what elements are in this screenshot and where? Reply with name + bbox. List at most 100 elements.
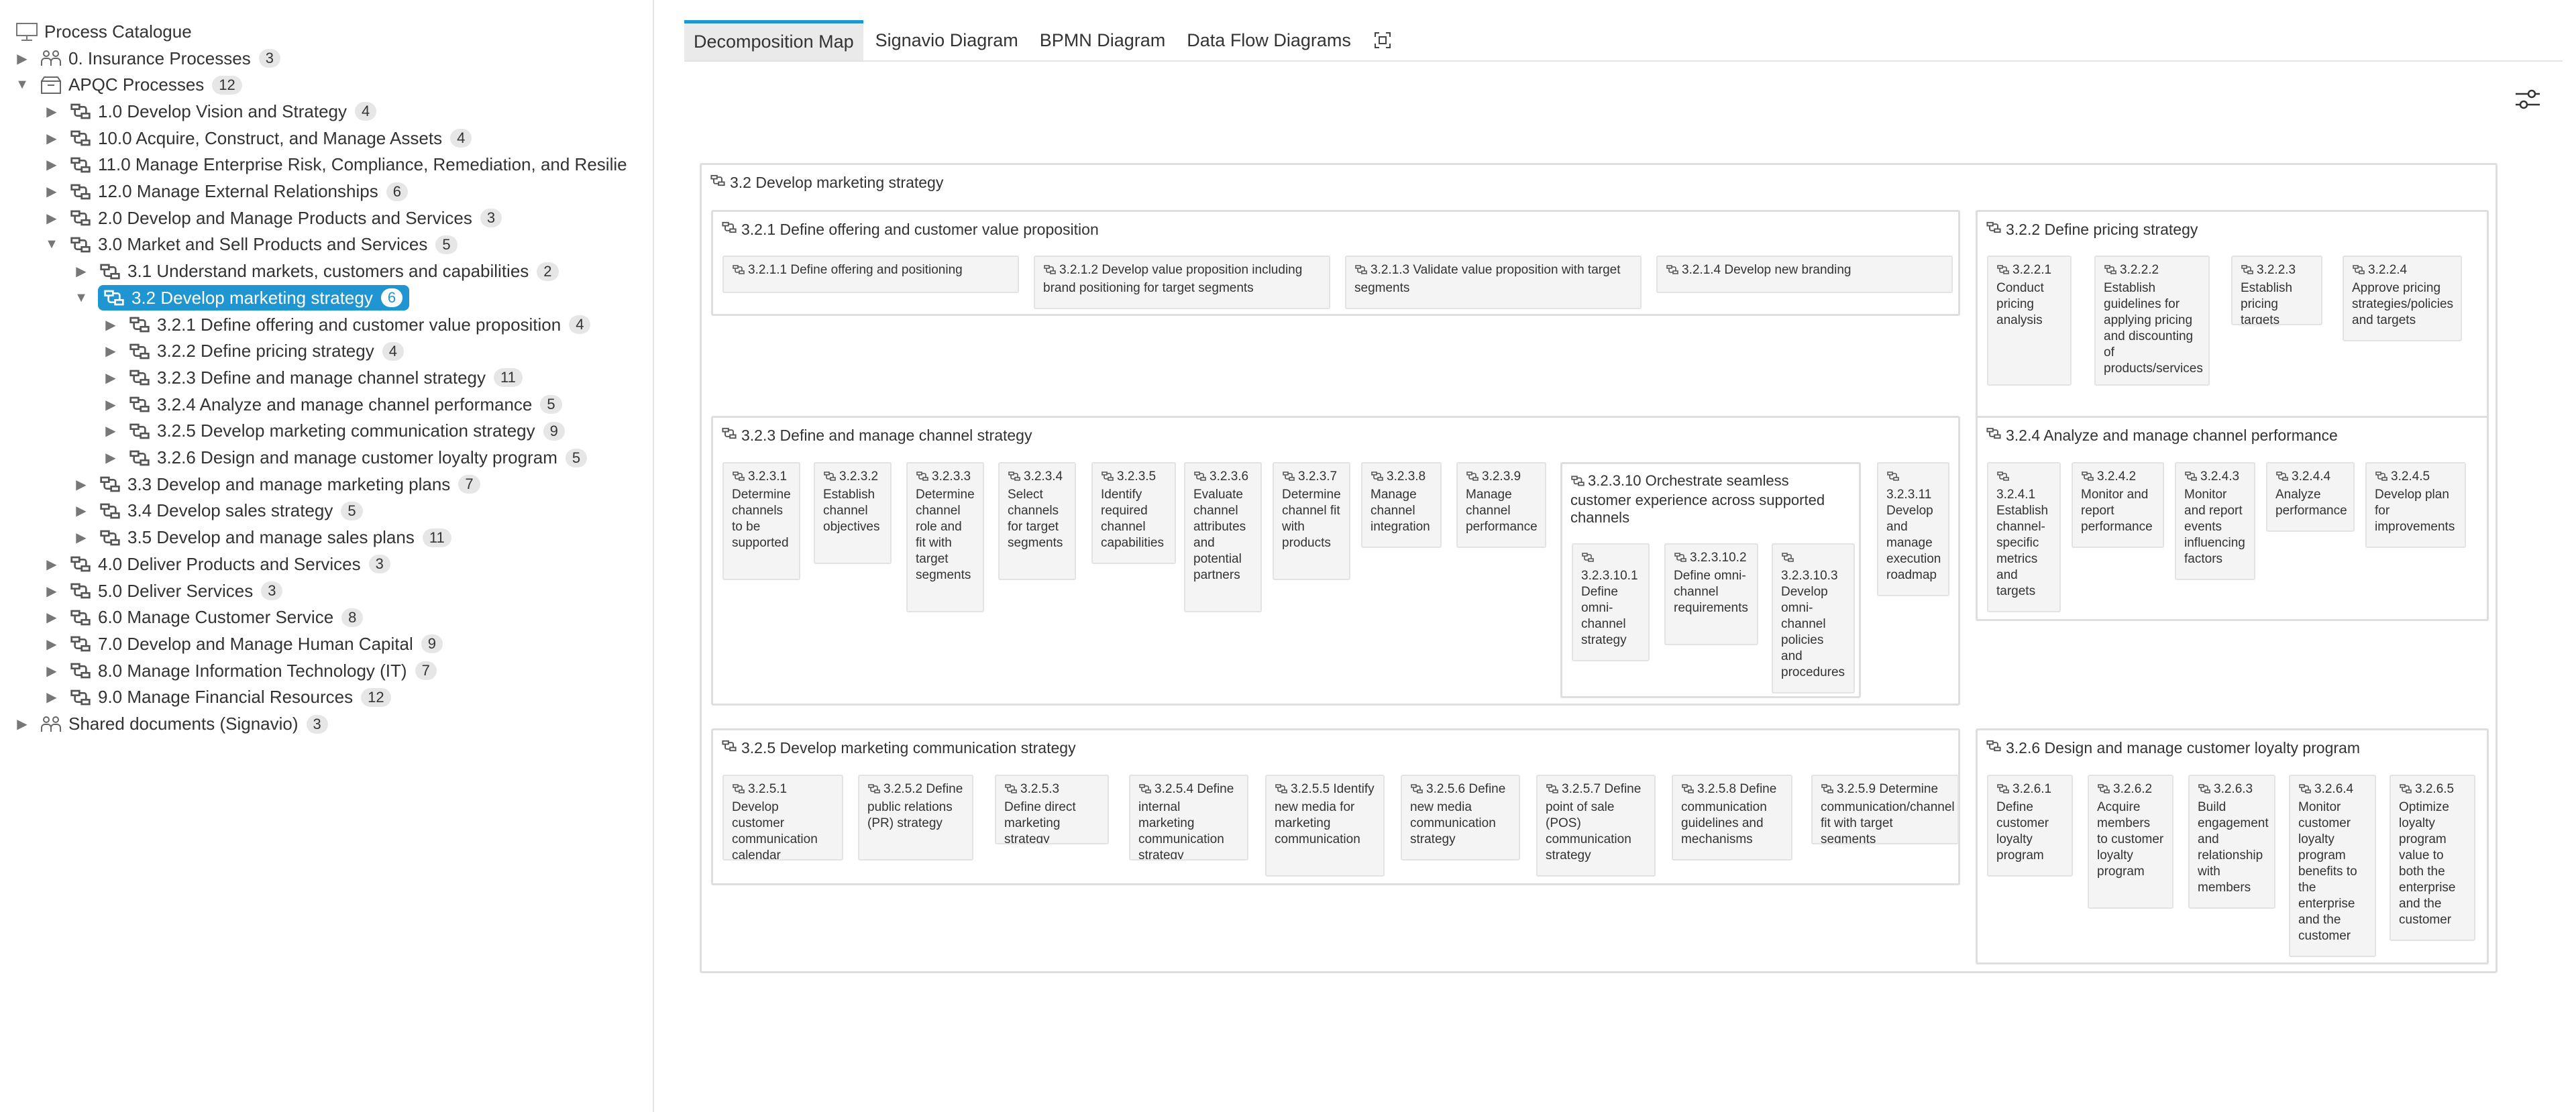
tree-item-content[interactable]: 3.4 Develop sales strategy 5	[98, 500, 363, 522]
tree-item[interactable]: ▶ 3.4 Develop sales strategy 5	[74, 498, 363, 524]
tab-signavio-diagram[interactable]: Signavio Diagram	[866, 20, 1028, 60]
tree-item[interactable]: ▼ 3.2 Develop marketing strategy 6	[74, 285, 410, 311]
expand-triangle-closed-icon[interactable]: ▶	[44, 635, 59, 653]
group-3-2-6[interactable]: 3.2.6 Design and manage customer loyalty…	[1976, 728, 2489, 964]
tree-item-content[interactable]: 3.2 Develop marketing strategy 6	[98, 285, 410, 311]
tree-item-content[interactable]: 8.0 Manage Information Technology (IT) 7	[68, 660, 437, 681]
tree-item[interactable]: ▼ APQC Processes 12	[15, 72, 242, 98]
tree-item-content[interactable]: 2.0 Develop and Manage Products and Serv…	[68, 207, 502, 229]
tree-item[interactable]: ▶ 3.2.3 Define and manage channel strateg…	[103, 365, 523, 390]
expand-triangle-closed-icon[interactable]: ▶	[44, 129, 59, 147]
tree-item[interactable]: ▶ 7.0 Develop and Manage Human Capital 9	[44, 631, 443, 657]
expand-triangle-closed-icon[interactable]: ▶	[103, 316, 118, 333]
expand-triangle-closed-icon[interactable]: ▶	[15, 50, 30, 67]
tree-item-content[interactable]: 6.0 Manage Customer Service 8	[68, 607, 364, 628]
tree-item[interactable]: ▶ 4.0 Deliver Products and Services 3	[44, 551, 390, 577]
tree-item[interactable]: ▶ 3.2.2 Define pricing strategy 4	[103, 339, 404, 364]
expand-triangle-closed-icon[interactable]: ▶	[44, 103, 59, 120]
tree-item[interactable]: ▶ 5.0 Deliver Services 3	[44, 578, 283, 604]
tree-item-content[interactable]: 1.0 Develop Vision and Strategy 4	[68, 101, 377, 122]
expand-triangle-closed-icon[interactable]: ▶	[44, 582, 59, 600]
process-card[interactable]: 3.2.2.3 Establish pricing targets	[2231, 256, 2322, 325]
expand-triangle-closed-icon[interactable]: ▶	[103, 396, 118, 413]
expand-triangle-closed-icon[interactable]: ▶	[44, 555, 59, 573]
fullscreen-icon[interactable]	[1363, 20, 1402, 60]
process-card[interactable]: 3.2.4.1 Establish channel-specific metri…	[1987, 462, 2061, 612]
tree-item[interactable]: ▶ 3.2.1 Define offering and customer valu…	[103, 312, 591, 337]
process-card[interactable]: 3.2.5.2 Define public relations (PR) str…	[858, 775, 973, 860]
expand-triangle-open-icon[interactable]: ▼	[15, 76, 30, 94]
tree-item-content[interactable]: 4.0 Deliver Products and Services 3	[68, 553, 390, 575]
process-card[interactable]: 3.2.4.5 Develop plan for improvements	[2365, 462, 2466, 548]
process-card[interactable]: 3.2.3.6 Evaluate channel attributes and …	[1184, 462, 1262, 612]
group-3-2-2[interactable]: 3.2.2 Define pricing strategy 3.2.2.1 Con…	[1976, 210, 2489, 447]
expand-triangle-closed-icon[interactable]: ▶	[103, 343, 118, 360]
tree-item[interactable]: ▶ 3.2.5 Develop marketing communication s…	[103, 419, 565, 444]
process-card[interactable]: 3.2.6.1 Define customer loyalty program	[1987, 775, 2073, 877]
tree-item-content[interactable]: 3.2.1 Define offering and customer value…	[127, 314, 591, 335]
group-3-2-5[interactable]: 3.2.5 Develop marketing communication st…	[711, 728, 1960, 885]
process-card[interactable]: 3.2.3.2 Establish channel objectives	[814, 462, 892, 564]
expand-triangle-closed-icon[interactable]: ▶	[103, 369, 118, 386]
expand-triangle-closed-icon[interactable]: ▶	[103, 423, 118, 440]
process-card[interactable]: 3.2.5.7 Define point of sale (POS) commu…	[1536, 775, 1656, 877]
process-card[interactable]: 3.2.4.3 Monitor and report events influe…	[2175, 462, 2255, 580]
tree-item-content[interactable]: 3.3 Develop and manage marketing plans 7	[98, 474, 480, 495]
expand-triangle-closed-icon[interactable]: ▶	[15, 716, 30, 733]
tree-item-content[interactable]: 9.0 Manage Financial Resources 12	[68, 687, 391, 708]
process-card[interactable]: 3.2.6.5 Optimize loyalty program value t…	[2390, 775, 2475, 941]
process-card[interactable]: 3.2.5.9 Determine communication/channel …	[1811, 775, 1959, 844]
process-card[interactable]: 3.2.4.4 Analyze performance	[2266, 462, 2355, 532]
tree-item[interactable]: ▶ 8.0 Manage Information Technology (IT) 7	[44, 658, 437, 683]
group-3-2-1[interactable]: 3.2.1 Define offering and customer value…	[711, 210, 1960, 316]
process-card[interactable]: 3.2.5.5 Identify new media for marketing…	[1265, 775, 1385, 877]
process-card[interactable]: 3.2.1.4 Develop new branding	[1656, 256, 1953, 293]
settings-sliders-icon[interactable]	[2513, 86, 2542, 113]
tree-item-content[interactable]: 3.0 Market and Sell Products and Service…	[68, 234, 458, 256]
tree-item[interactable]: ▶ 3.5 Develop and manage sales plans 11	[74, 525, 451, 551]
process-card[interactable]: 3.2.1.1 Define offering and positioning	[722, 256, 1019, 293]
tab-bpmn-diagram[interactable]: BPMN Diagram	[1030, 20, 1175, 60]
expand-triangle-closed-icon[interactable]: ▶	[74, 529, 89, 547]
process-card[interactable]: 3.2.1.3 Validate value proposition with …	[1345, 256, 1642, 309]
tree-item[interactable]: ▶ 3.3 Develop and manage marketing plans 7	[74, 471, 480, 497]
tree-item[interactable]: ▼ 3.0 Market and Sell Products and Servic…	[44, 232, 458, 258]
expand-triangle-closed-icon[interactable]: ▶	[74, 263, 89, 280]
process-card[interactable]: 3.2.3.9 Manage channel performance	[1456, 462, 1546, 548]
expand-triangle-closed-icon[interactable]: ▶	[44, 183, 59, 201]
tree-item[interactable]: ▶ 9.0 Manage Financial Resources 12	[44, 685, 391, 710]
expand-triangle-closed-icon[interactable]: ▶	[44, 689, 59, 706]
process-card[interactable]: 3.2.5.8 Define communication guidelines …	[1672, 775, 1792, 860]
process-card[interactable]: 3.2.3.5 Identify required channel capabi…	[1091, 462, 1176, 564]
tree-item[interactable]: ▶ 1.0 Develop Vision and Strategy 4	[44, 99, 377, 124]
expand-triangle-closed-icon[interactable]: ▶	[44, 209, 59, 227]
tree-item-content[interactable]: 7.0 Develop and Manage Human Capital 9	[68, 633, 443, 655]
process-card[interactable]: 3.2.3.10.3 Develop omni-channel policies…	[1772, 543, 1855, 693]
tree-item[interactable]: ▶ 11.0 Manage Enterprise Risk, Compliance…	[44, 152, 627, 178]
expand-triangle-closed-icon[interactable]: ▶	[103, 449, 118, 467]
group-3-2-3[interactable]: 3.2.3 Define and manage channel strategy…	[711, 416, 1960, 706]
process-card[interactable]: 3.2.6.4 Monitor customer loyalty program…	[2289, 775, 2376, 957]
expand-triangle-closed-icon[interactable]: ▶	[74, 502, 89, 520]
expand-triangle-closed-icon[interactable]: ▶	[44, 156, 59, 174]
tree-root[interactable]: Process Catalogue	[15, 19, 192, 44]
group-3-2-4[interactable]: 3.2.4 Analyze and manage channel perform…	[1976, 416, 2489, 621]
tree-item-content[interactable]: 11.0 Manage Enterprise Risk, Compliance,…	[68, 154, 627, 176]
group-3-2-3-10[interactable]: 3.2.3.10 Orchestrate seamless customer e…	[1560, 462, 1861, 698]
expand-triangle-closed-icon[interactable]: ▶	[44, 609, 59, 626]
process-card[interactable]: 3.2.3.10.2 Define omni-channel requireme…	[1664, 543, 1758, 645]
tree-item[interactable]: ▶ 12.0 Manage External Relationships 6	[44, 179, 408, 205]
process-card[interactable]: 3.2.2.2 Establish guidelines for applyin…	[2094, 256, 2210, 386]
process-card[interactable]: 3.2.4.2 Monitor and report performance	[2072, 462, 2164, 548]
tree-item-content[interactable]: APQC Processes 12	[39, 74, 242, 96]
tree-item-content[interactable]: 3.2.3 Define and manage channel strategy…	[127, 367, 523, 388]
process-card[interactable]: 3.2.3.4 Select channels for target segme…	[998, 462, 1076, 580]
process-card[interactable]: 3.2.2.1 Conduct pricing analysis	[1987, 256, 2072, 386]
tree-item-content[interactable]: 3.2.6 Design and manage customer loyalty…	[127, 447, 588, 469]
tab-data-flow-diagrams[interactable]: Data Flow Diagrams	[1177, 20, 1360, 60]
process-card[interactable]: 3.2.5.1 Develop customer communication c…	[722, 775, 843, 860]
tree-item-content[interactable]: 3.1 Understand markets, customers and ca…	[98, 261, 559, 282]
tree-item-content[interactable]: 3.2.2 Define pricing strategy 4	[127, 341, 404, 362]
process-card[interactable]: 3.2.2.4 Approve pricing strategies/polic…	[2343, 256, 2462, 341]
tree-item[interactable]: ▶ 3.1 Understand markets, customers and c…	[74, 259, 559, 284]
